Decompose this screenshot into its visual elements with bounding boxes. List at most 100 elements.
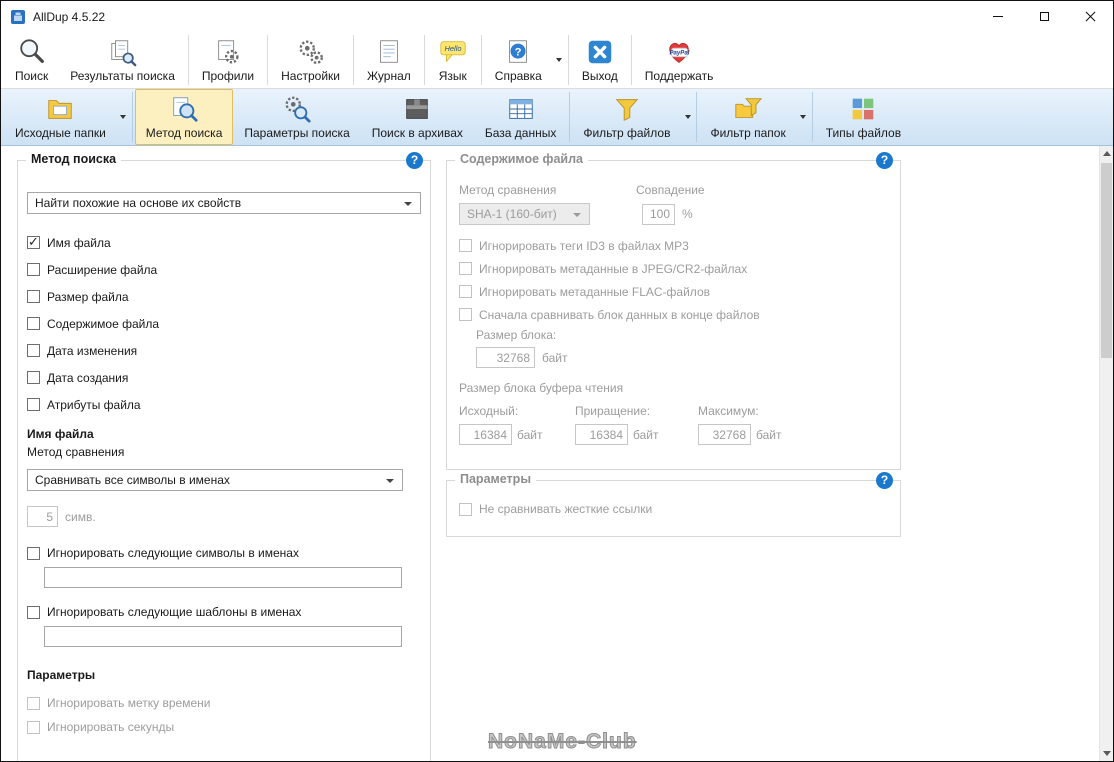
- toolbar-separator: [267, 35, 269, 85]
- checkbox-box: [27, 317, 40, 330]
- source-folders-icon: [48, 99, 73, 119]
- toolbar-button-label: Журнал: [366, 68, 411, 83]
- checkbox-label: Сначала сравнивать блок данных в конце ф…: [479, 307, 760, 322]
- min-chars-unit-label: симв.: [65, 509, 96, 524]
- nav-button-folder-filter[interactable]: Фильтр папок: [699, 89, 796, 145]
- close-icon: [1084, 10, 1097, 23]
- checkbox-label: Игнорировать следующие шаблоны в именах: [47, 605, 302, 619]
- minimize-button[interactable]: [975, 1, 1021, 32]
- search-method-group: Метод поиска ? Найти похожие на основе и…: [17, 152, 431, 761]
- checkbox-box: [27, 398, 40, 411]
- checkbox-label: Содержимое файла: [47, 316, 160, 331]
- nav-button-label: Типы файлов: [825, 125, 902, 140]
- help-badge-icon[interactable]: ?: [406, 152, 423, 169]
- titlebar: AllDup 4.5.22: [1, 1, 1113, 32]
- help-dropdown-arrow-icon[interactable]: [553, 32, 566, 88]
- paypal-icon-text: PayPal: [670, 49, 690, 56]
- block-size-label: Размер блока:: [476, 328, 557, 342]
- checkbox-hard-links: Не сравнивать жесткие ссылки: [459, 502, 888, 516]
- help-badge-icon[interactable]: ?: [876, 472, 893, 489]
- ignore-patterns-input[interactable]: [44, 626, 402, 647]
- nav-button-search-options[interactable]: Параметры поиска: [233, 89, 360, 145]
- nav-button-label: Параметры поиска: [244, 125, 350, 140]
- nav-button-file-types[interactable]: Типы файлов: [815, 89, 912, 145]
- bytes-unit-label: байт: [756, 427, 782, 442]
- checkbox-box: [27, 696, 40, 710]
- language-icon-text: Hello: [444, 44, 461, 53]
- toolbar-button-settings[interactable]: Настройки: [270, 32, 351, 88]
- toolbar-button-log[interactable]: Журнал: [356, 32, 422, 88]
- toolbar-button-profiles[interactable]: Профили: [191, 32, 265, 88]
- toolbar-button-label: Выход: [581, 68, 618, 83]
- toolbar-button-label: Результаты поиска: [70, 68, 175, 83]
- search-results-icon: [110, 39, 136, 66]
- folder-filter-dropdown-icon[interactable]: [797, 89, 810, 145]
- search-method-select-value: Найти похожие на основе их свойств: [35, 196, 242, 210]
- checkbox-file-attributes[interactable]: Атрибуты файла: [27, 391, 421, 418]
- toolbar-separator: [569, 92, 571, 142]
- checkbox-file-extension[interactable]: Расширение файла: [27, 256, 421, 283]
- checkbox-ignore-flac-metadata: Игнорировать метаданные FLAC-файлов: [459, 280, 888, 303]
- toolbar-main: Поиск Результаты поиска Профили Настройк…: [1, 32, 1113, 89]
- toolbar-button-label: Язык: [438, 68, 467, 83]
- toolbar-button-exit[interactable]: Выход: [571, 32, 629, 88]
- options-group-title: Параметры: [455, 472, 536, 486]
- folder-filter-icon: [735, 97, 763, 118]
- window-title: AllDup 4.5.22: [33, 9, 106, 24]
- nav-button-label: База данных: [484, 125, 557, 140]
- log-icon: [379, 39, 398, 63]
- toolbar-button-search[interactable]: Поиск: [4, 32, 59, 88]
- source-folders-dropdown-icon[interactable]: [117, 89, 130, 145]
- nav-button-archive-search[interactable]: Поиск в архивах: [361, 89, 474, 145]
- file-content-group: Содержимое файла ? Метод сравнения Совпа…: [446, 152, 901, 470]
- scroll-up-button[interactable]: [1100, 146, 1113, 161]
- toolbar-button-label: Профили: [201, 68, 255, 83]
- checkbox-file-name[interactable]: Имя файла: [27, 229, 421, 256]
- toolbar-button-search-results[interactable]: Результаты поиска: [59, 32, 186, 88]
- read-buffer-title: Размер блока буфера чтения: [459, 381, 624, 395]
- name-compare-select[interactable]: Сравнивать все символы в именах: [27, 469, 403, 491]
- checkbox-ignore-chars[interactable]: Игнорировать следующие символы в именах: [27, 546, 421, 560]
- maximize-button[interactable]: [1021, 1, 1067, 32]
- alldup-logo-icon: [11, 9, 25, 24]
- nav-button-file-filter[interactable]: Фильтр файлов: [572, 89, 681, 145]
- toolbar-button-label: Поиск: [15, 68, 49, 83]
- checkbox-label: Игнорировать метку времени: [47, 696, 211, 710]
- nav-button-source-folders[interactable]: Исходные папки: [4, 89, 117, 145]
- match-unit-label: %: [682, 207, 693, 221]
- app-window: AllDup 4.5.22 Поиск Результаты поиска Пр…: [0, 0, 1114, 762]
- help-icon-glyph: ?: [515, 46, 522, 58]
- nav-button-database[interactable]: База данных: [474, 89, 567, 145]
- help-badge-icon[interactable]: ?: [876, 152, 893, 169]
- nav-button-search-method[interactable]: Метод поиска: [134, 89, 234, 145]
- checkbox-file-content[interactable]: Содержимое файла: [27, 310, 421, 337]
- checkbox-box: [27, 344, 40, 357]
- checkbox-box: [27, 720, 40, 734]
- checkbox-date-created[interactable]: Дата создания: [27, 364, 421, 391]
- search-method-select[interactable]: Найти похожие на основе их свойств: [27, 192, 421, 214]
- checkbox-box: [27, 263, 40, 276]
- scrollbar[interactable]: [1099, 146, 1113, 761]
- close-button[interactable]: [1067, 1, 1113, 32]
- checkbox-ignore-jpeg-metadata: Игнорировать метаданные в JPEG/CR2-файла…: [459, 257, 888, 280]
- checkbox-file-size[interactable]: Размер файла: [27, 283, 421, 310]
- checkbox-ignore-patterns[interactable]: Игнорировать следующие шаблоны в именах: [27, 605, 421, 619]
- filename-section-title: Имя файла: [27, 427, 94, 441]
- ignore-chars-input[interactable]: [44, 567, 402, 588]
- toolbar-button-donate[interactable]: PayPal Поддержать: [634, 32, 725, 88]
- checkbox-box: [459, 262, 472, 275]
- toolbar-button-language[interactable]: Hello Язык: [427, 32, 479, 88]
- file-filter-dropdown-icon[interactable]: [681, 89, 694, 145]
- buffer-max-input: [698, 424, 751, 445]
- checkbox-label: Дата создания: [47, 370, 129, 385]
- checkbox-label: Размер файла: [47, 289, 129, 304]
- min-chars-input: [27, 506, 58, 527]
- scroll-down-button[interactable]: [1100, 746, 1113, 761]
- scroll-thumb[interactable]: [1101, 163, 1112, 358]
- checkbox-date-modified[interactable]: Дата изменения: [27, 337, 421, 364]
- archive-icon: [406, 98, 429, 119]
- exit-icon: [588, 40, 612, 63]
- buffer-initial-label: Исходный:: [459, 404, 519, 418]
- toolbar-separator: [423, 35, 425, 85]
- toolbar-button-help[interactable]: ? Справка: [484, 32, 553, 88]
